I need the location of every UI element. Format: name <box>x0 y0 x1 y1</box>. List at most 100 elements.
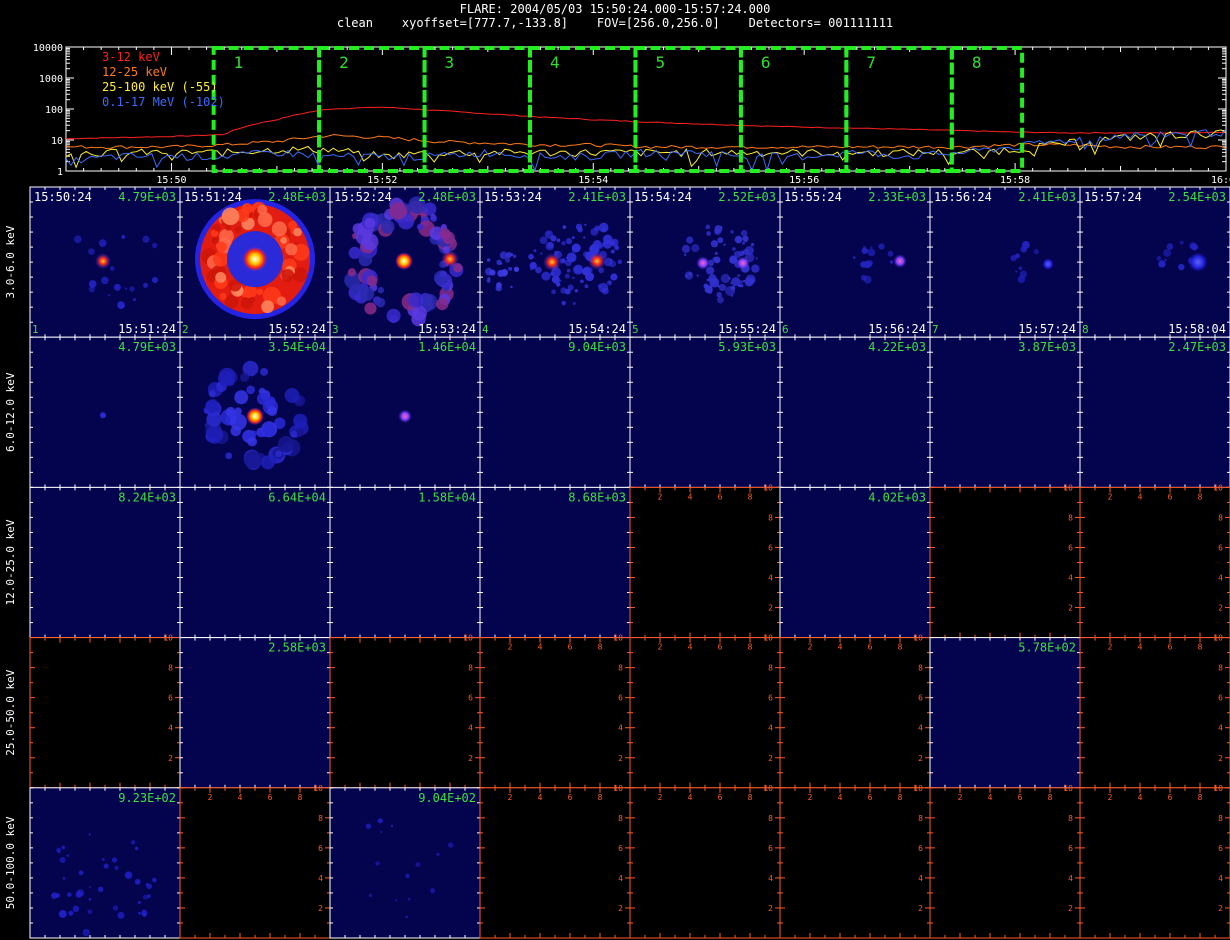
blank-axis-tick-label: 2 <box>208 793 213 802</box>
blank-axis-tick-label: 2 <box>618 904 623 913</box>
blank-axis-tick-label: 4 <box>618 874 623 883</box>
image-max-label: 4.79E+03 <box>118 190 176 204</box>
blank-axis-tick-label: 8 <box>598 793 603 802</box>
blank-axis-tick-label: 2 <box>768 604 773 613</box>
blank-axis-tick-label: 8 <box>898 643 903 652</box>
blank-cell: 2 4 6 8 10 2 4 6 8 <box>179 784 331 939</box>
blank-axis-tick-label: 6 <box>1068 844 1073 853</box>
blank-axis-tick-label: 10 <box>613 634 623 643</box>
blank-cell: 2 4 6 8 10 <box>329 634 481 789</box>
image-cell <box>329 486 481 639</box>
blank-cell: 2 4 6 8 10 2 4 6 8 <box>629 634 781 789</box>
blank-axis-tick-label: 4 <box>1218 574 1223 583</box>
blank-axis-tick-label: 8 <box>318 814 323 823</box>
blank-axis-tick-label: 4 <box>838 643 843 652</box>
blank-axis-tick-label: 6 <box>1168 492 1173 501</box>
blank-axis-tick-label: 4 <box>1218 874 1223 883</box>
blank-axis-tick-label: 2 <box>1218 904 1223 913</box>
image-max-label: 4.22E+03 <box>868 340 926 354</box>
blank-axis-tick-label: 6 <box>1068 543 1073 552</box>
blank-axis-tick-label: 10 <box>1213 634 1223 643</box>
interval-index-label: 6 <box>782 323 789 336</box>
image-cell <box>479 486 631 639</box>
blank-axis-tick-label: 6 <box>1218 844 1223 853</box>
image-max-label: 2.58E+03 <box>268 641 326 655</box>
blank-axis-tick-label: 10 <box>763 784 773 793</box>
blank-axis-tick-label: 2 <box>1068 604 1073 613</box>
start-time-label: 15:55:24 <box>784 190 842 204</box>
blank-axis-tick-label: 4 <box>1138 643 1143 652</box>
blank-axis-tick-label: 8 <box>1048 793 1053 802</box>
blank-axis-tick-label: 8 <box>298 793 303 802</box>
blank-axis-tick-label: 8 <box>618 814 623 823</box>
blank-axis-tick-label: 8 <box>1068 513 1073 522</box>
blank-axis-tick-label: 8 <box>1218 513 1223 522</box>
blank-axis-tick-label: 6 <box>868 643 873 652</box>
end-time-label: 15:58:04 <box>1168 322 1226 336</box>
blank-axis-tick-label: 10 <box>463 634 473 643</box>
image-max-label: 2.52E+03 <box>718 190 776 204</box>
blank-axis-tick-label: 8 <box>618 664 623 673</box>
blank-axis-tick-label: 8 <box>768 814 773 823</box>
blank-axis-tick-label: 4 <box>1068 874 1073 883</box>
end-time-label: 15:51:24 <box>118 322 176 336</box>
blank-axis-tick-label: 2 <box>918 904 923 913</box>
blank-axis-tick-label: 2 <box>468 754 473 763</box>
blank-axis-tick-label: 4 <box>918 724 923 733</box>
image-cell <box>479 336 631 488</box>
image-max-label: 1.46E+04 <box>418 340 476 354</box>
end-time-label: 15:55:24 <box>718 322 776 336</box>
image-max-label: 8.24E+03 <box>118 490 176 504</box>
blank-axis-tick-label: 6 <box>768 543 773 552</box>
blank-cell: 2 4 6 8 10 2 4 6 8 <box>929 784 1081 939</box>
blank-axis-tick-label: 6 <box>768 844 773 853</box>
blank-axis-tick-label: 8 <box>748 643 753 652</box>
energy-band-label: 3.0-6.0 keV <box>4 225 17 298</box>
blank-axis-tick-label: 6 <box>1168 643 1173 652</box>
blank-axis-tick-label: 4 <box>768 724 773 733</box>
blank-axis-tick-label: 8 <box>898 793 903 802</box>
start-time-label: 15:56:24 <box>934 190 992 204</box>
blank-axis-tick-label: 6 <box>918 694 923 703</box>
start-time-label: 15:57:24 <box>1084 190 1142 204</box>
interval-index-label: 4 <box>482 323 489 336</box>
blank-axis-tick-label: 10 <box>1213 784 1223 793</box>
interval-index-label: 2 <box>182 323 189 336</box>
blank-axis-tick-label: 6 <box>618 844 623 853</box>
blank-axis-tick-label: 8 <box>1198 643 1203 652</box>
image-cell <box>929 336 1081 488</box>
blank-axis-tick-label: 6 <box>168 694 173 703</box>
blank-cell: 2 4 6 8 10 2 4 6 8 <box>629 784 781 939</box>
blank-cell: 2 4 6 8 10 2 4 6 8 <box>1079 483 1230 639</box>
blank-axis-tick-label: 4 <box>238 793 243 802</box>
image-cell <box>779 336 931 488</box>
blank-axis-tick-label: 2 <box>768 904 773 913</box>
blank-axis-tick-label: 6 <box>1218 694 1223 703</box>
blank-axis-tick-label: 4 <box>988 793 993 802</box>
blank-axis-tick-label: 2 <box>508 793 513 802</box>
energy-band-labels: 3.0-6.0 keV 6.0-12.0 keV 12.0-25.0 keV 25.0… <box>4 225 17 909</box>
blank-axis-tick-label: 4 <box>538 793 543 802</box>
blank-cell: 2 4 6 8 10 2 4 6 8 <box>779 634 931 789</box>
energy-band-label: 12.0-25.0 keV <box>4 519 17 605</box>
start-time-label: 15:54:24 <box>634 190 692 204</box>
energy-band-label: 50.0-100.0 keV <box>4 816 17 909</box>
blank-axis-tick-label: 4 <box>318 874 323 883</box>
blank-axis-tick-label: 6 <box>468 694 473 703</box>
blank-axis-tick-label: 10 <box>763 483 773 492</box>
end-time-label: 15:52:24 <box>268 322 326 336</box>
interval-index-label: 1 <box>32 323 39 336</box>
blank-axis-tick-label: 2 <box>508 643 513 652</box>
blank-axis-tick-label: 8 <box>1068 814 1073 823</box>
blank-axis-tick-label: 8 <box>748 793 753 802</box>
blank-axis-tick-label: 4 <box>468 724 473 733</box>
image-max-label: 9.23E+02 <box>118 791 176 805</box>
blank-axis-tick-label: 4 <box>1218 724 1223 733</box>
interval-index-label: 3 <box>332 323 339 336</box>
image-max-label: 3.54E+04 <box>268 340 326 354</box>
start-time-label: 15:51:24 <box>184 190 242 204</box>
blank-axis-tick-label: 2 <box>1218 754 1223 763</box>
blank-axis-tick-label: 4 <box>688 793 693 802</box>
image-max-label: 2.48E+03 <box>268 190 326 204</box>
blank-axis-tick-label: 6 <box>268 793 273 802</box>
